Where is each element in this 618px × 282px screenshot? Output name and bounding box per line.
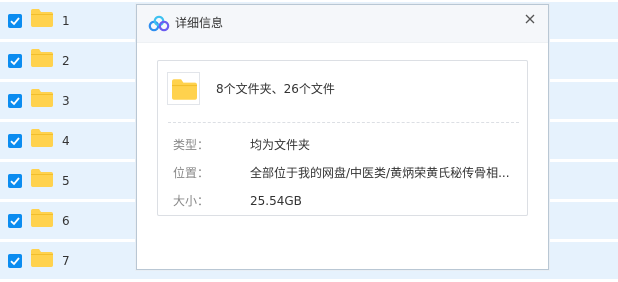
type-label: 类型： <box>173 138 210 152</box>
location-label: 位置： <box>173 166 210 180</box>
size-value: 25.54GB <box>250 194 302 208</box>
location-value[interactable]: 全部位于我的网盘/中医类/黄炳荣黄氏秘传骨相... <box>250 166 510 181</box>
folder-icon <box>167 72 200 105</box>
info-card: 8个文件夹、26个文件 类型： 均为文件夹 位置： 全部位于我的网盘/中医类/黄… <box>157 60 528 216</box>
file-name[interactable]: 3 <box>62 94 70 108</box>
details-dialog: 详细信息 8个文件夹、26个文件 类型： 均为文件夹 位置： 全部位于我的网盘/… <box>136 4 549 270</box>
folder-icon <box>31 249 53 267</box>
dialog-header[interactable]: 详细信息 <box>137 5 548 43</box>
checkbox-checked-icon[interactable] <box>8 254 22 268</box>
file-name[interactable]: 2 <box>62 54 70 68</box>
file-name[interactable]: 7 <box>62 254 70 268</box>
checkbox-checked-icon[interactable] <box>8 174 22 188</box>
file-name[interactable]: 6 <box>62 214 70 228</box>
selection-summary: 8个文件夹、26个文件 <box>216 82 335 96</box>
file-name[interactable]: 1 <box>62 14 70 28</box>
checkbox-checked-icon[interactable] <box>8 94 22 108</box>
folder-icon <box>31 89 53 107</box>
close-icon[interactable] <box>523 11 537 25</box>
checkbox-checked-icon[interactable] <box>8 214 22 228</box>
folder-icon <box>31 129 53 147</box>
file-name[interactable]: 5 <box>62 174 70 188</box>
baidu-netdisk-cloud-icon <box>148 15 170 32</box>
checkbox-checked-icon[interactable] <box>8 134 22 148</box>
folder-icon <box>31 209 53 227</box>
dialog-title: 详细信息 <box>175 16 224 30</box>
file-name[interactable]: 4 <box>62 134 70 148</box>
folder-icon <box>31 9 53 27</box>
checkbox-checked-icon[interactable] <box>8 14 22 28</box>
type-value: 均为文件夹 <box>250 138 311 152</box>
folder-icon <box>31 169 53 187</box>
divider <box>168 122 519 123</box>
folder-icon <box>31 49 53 67</box>
checkbox-checked-icon[interactable] <box>8 54 22 68</box>
size-label: 大小： <box>173 194 210 208</box>
